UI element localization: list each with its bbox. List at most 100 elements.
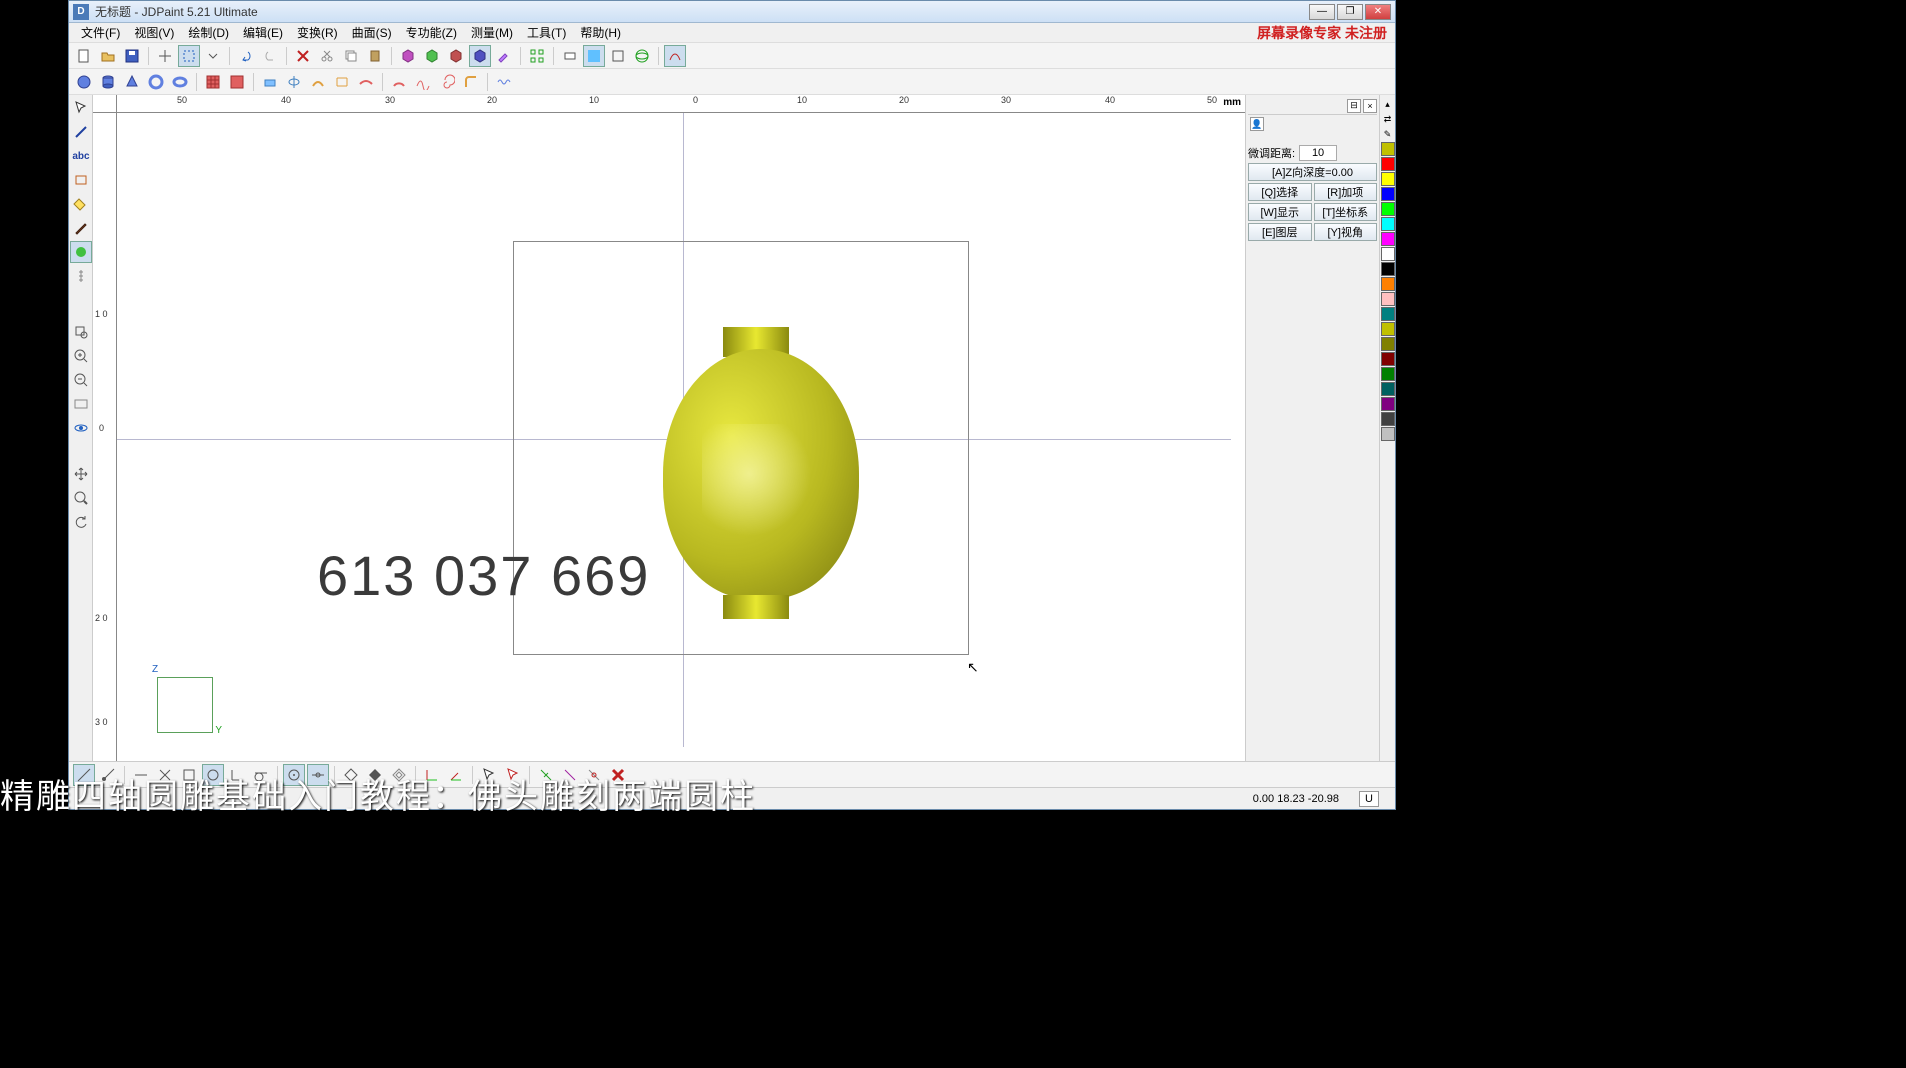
color-swatch[interactable] <box>1381 352 1395 366</box>
menu-special[interactable]: 专功能(Z) <box>400 22 463 43</box>
text-tool[interactable]: abc <box>70 145 92 167</box>
grid2-button[interactable] <box>226 71 248 93</box>
menu-measure[interactable]: 测量(M) <box>465 22 519 43</box>
model-buddha-head[interactable] <box>663 327 859 619</box>
viewport[interactable]: 613 037 669 Z Y ↖ <box>117 113 1231 747</box>
cut-button[interactable] <box>316 45 338 67</box>
select-rect-button[interactable] <box>178 45 200 67</box>
line-tool[interactable] <box>70 121 92 143</box>
color-swatch[interactable] <box>1381 157 1395 171</box>
paint-button[interactable] <box>493 45 515 67</box>
select-dropdown-button[interactable] <box>202 45 224 67</box>
new-button[interactable] <box>73 45 95 67</box>
color-swatch[interactable] <box>1381 307 1395 321</box>
sphere-button[interactable] <box>73 71 95 93</box>
cylinder-button[interactable] <box>97 71 119 93</box>
curve-button[interactable] <box>412 71 434 93</box>
panel-pin-button[interactable]: ⊟ <box>1347 99 1361 113</box>
fillet-button[interactable] <box>460 71 482 93</box>
revolve-button[interactable] <box>283 71 305 93</box>
cube4-button[interactable] <box>469 45 491 67</box>
shade-button[interactable] <box>583 45 605 67</box>
color-swatch[interactable] <box>1381 397 1395 411</box>
cube2-button[interactable] <box>421 45 443 67</box>
toolpath-button[interactable] <box>664 45 686 67</box>
zoom-out-tool[interactable] <box>70 369 92 391</box>
save-button[interactable] <box>121 45 143 67</box>
rotate-tool[interactable] <box>70 511 92 533</box>
cube3-button[interactable] <box>445 45 467 67</box>
crosshair-button[interactable] <box>154 45 176 67</box>
spiral-button[interactable] <box>436 71 458 93</box>
arc-button[interactable] <box>388 71 410 93</box>
display-button[interactable]: [W]显示 <box>1248 203 1312 221</box>
zoom-in-tool[interactable] <box>70 345 92 367</box>
view-angle-button[interactable]: [Y]视角 <box>1314 223 1378 241</box>
menu-file[interactable]: 文件(F) <box>75 22 126 43</box>
color-swatch[interactable] <box>1381 172 1395 186</box>
wave-button[interactable] <box>493 71 515 93</box>
menu-edit[interactable]: 编辑(E) <box>237 22 289 43</box>
torus2-button[interactable] <box>169 71 191 93</box>
fill-tool[interactable] <box>70 193 92 215</box>
color-swatch[interactable] <box>1381 277 1395 291</box>
grid-button[interactable] <box>202 71 224 93</box>
menu-draw[interactable]: 绘制(D) <box>182 22 235 43</box>
menu-surface[interactable]: 曲面(S) <box>346 22 398 43</box>
color-swatch[interactable] <box>1381 262 1395 276</box>
close-button[interactable]: ✕ <box>1365 4 1391 20</box>
color-swatch[interactable] <box>1381 337 1395 351</box>
select-mode-button[interactable]: [Q]选择 <box>1248 183 1312 201</box>
minimize-button[interactable]: — <box>1309 4 1335 20</box>
zoom-window-tool[interactable] <box>70 321 92 343</box>
color-swatch[interactable] <box>1381 232 1395 246</box>
zoom-fit-tool[interactable] <box>70 393 92 415</box>
palette-swap-icon[interactable]: ⇄ <box>1381 112 1395 126</box>
palette-edit-icon[interactable]: ✎ <box>1381 127 1395 141</box>
status-u-button[interactable]: U <box>1359 791 1379 807</box>
paste-button[interactable] <box>364 45 386 67</box>
palette-up-icon[interactable]: ▴ <box>1381 97 1395 111</box>
add-item-button[interactable]: [R]加项 <box>1314 183 1378 201</box>
loft-button[interactable] <box>331 71 353 93</box>
torus-button[interactable] <box>145 71 167 93</box>
layer-button[interactable] <box>559 45 581 67</box>
wire-button[interactable] <box>607 45 629 67</box>
panel-icon-button[interactable]: 👤 <box>1250 117 1264 131</box>
cone-button[interactable] <box>121 71 143 93</box>
sweep-button[interactable] <box>307 71 329 93</box>
color-swatch[interactable] <box>1381 142 1395 156</box>
open-button[interactable] <box>97 45 119 67</box>
pan-tool[interactable] <box>70 463 92 485</box>
measure-tool[interactable] <box>70 265 92 287</box>
rect-tool[interactable] <box>70 169 92 191</box>
color-swatch[interactable] <box>1381 382 1395 396</box>
panel-close-button[interactable]: × <box>1363 99 1377 113</box>
globe-button[interactable] <box>631 45 653 67</box>
depth-button[interactable]: [A]Z向深度=0.00 <box>1248 163 1377 181</box>
menu-view[interactable]: 视图(V) <box>128 22 180 43</box>
menu-transform[interactable]: 变换(R) <box>291 22 344 43</box>
color-swatch[interactable] <box>1381 367 1395 381</box>
brush-tool[interactable] <box>70 217 92 239</box>
layer-panel-button[interactable]: [E]图层 <box>1248 223 1312 241</box>
delete-button[interactable] <box>292 45 314 67</box>
zoom-tool[interactable] <box>70 487 92 509</box>
array-button[interactable] <box>526 45 548 67</box>
undo-button[interactable] <box>235 45 257 67</box>
extrude-button[interactable] <box>259 71 281 93</box>
color-swatch[interactable] <box>1381 187 1395 201</box>
coord-sys-button[interactable]: [T]坐标系 <box>1314 203 1378 221</box>
model-tool[interactable] <box>70 241 92 263</box>
eye-tool[interactable] <box>70 417 92 439</box>
color-swatch[interactable] <box>1381 322 1395 336</box>
color-swatch[interactable] <box>1381 292 1395 306</box>
redo-button[interactable] <box>259 45 281 67</box>
pointer-tool[interactable] <box>70 97 92 119</box>
color-swatch[interactable] <box>1381 427 1395 441</box>
menu-help[interactable]: 帮助(H) <box>574 22 627 43</box>
color-swatch[interactable] <box>1381 247 1395 261</box>
finetune-input[interactable] <box>1299 145 1337 161</box>
maximize-button[interactable]: ❐ <box>1337 4 1363 20</box>
cube-button[interactable] <box>397 45 419 67</box>
